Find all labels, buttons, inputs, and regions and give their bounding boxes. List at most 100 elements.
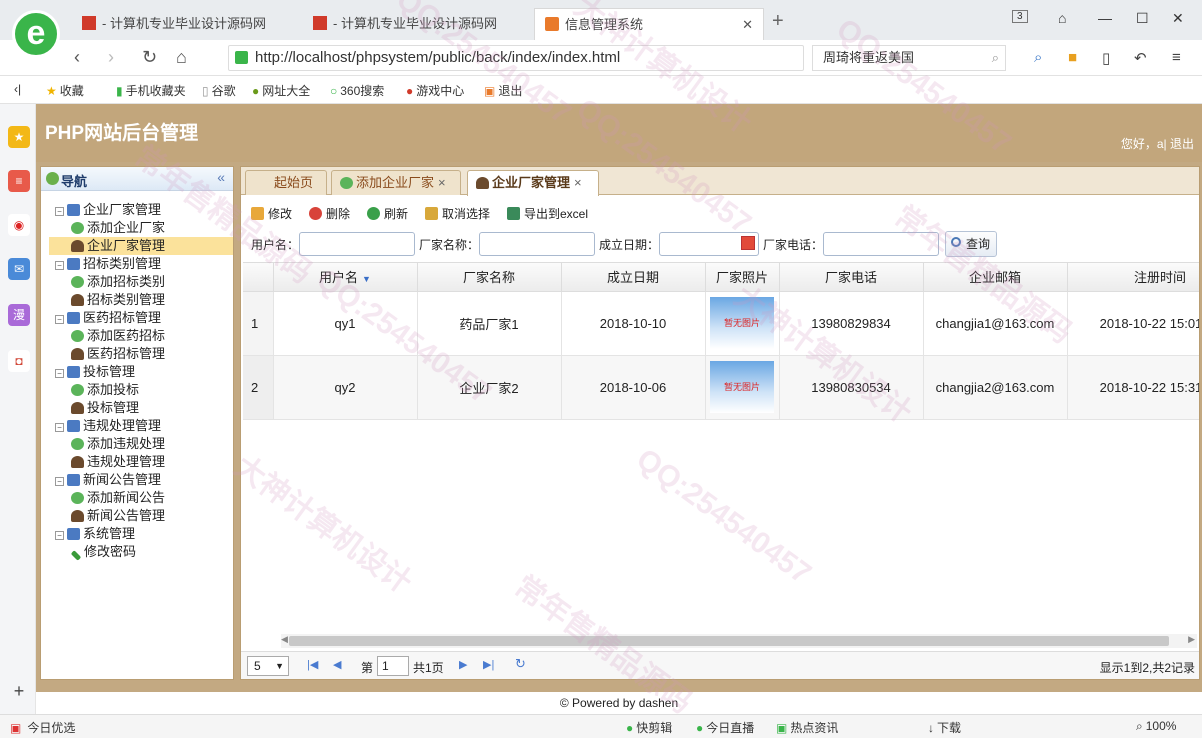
status-item-news[interactable]: ▣ 热点资讯 [776, 719, 838, 736]
nav-group[interactable]: − 企业厂家管理 [49, 201, 233, 219]
export-excel-button[interactable]: 导出到excel [507, 205, 588, 222]
maximize-icon[interactable]: ☐ [1136, 10, 1149, 27]
tree-toggle-icon[interactable]: − [55, 423, 64, 432]
add-panel-icon[interactable]: + [8, 680, 30, 702]
browser-tab-2[interactable]: - 计算机专业毕业设计源码网 [303, 8, 533, 40]
browser-tab-active[interactable]: 信息管理系统 ✕ [534, 8, 764, 40]
first-page-icon[interactable]: |◀ [307, 658, 318, 671]
column-header[interactable]: 厂家名称 [417, 263, 562, 292]
column-header[interactable]: 企业邮箱 [923, 263, 1068, 292]
cancel-select-button[interactable]: 取消选择 [425, 205, 490, 222]
nav-group[interactable]: − 违规处理管理 [49, 417, 233, 435]
nav-group[interactable]: − 投标管理 [49, 363, 233, 381]
scroll-right-icon[interactable]: ▶ [1188, 634, 1195, 645]
nav-item[interactable]: 医药招标管理 [49, 345, 233, 363]
browser-tab-1[interactable]: - 计算机专业毕业设计源码网 [72, 8, 302, 40]
undo-icon[interactable]: ↶ [1134, 49, 1147, 67]
web-search-input[interactable]: 周琦将重返美国 ⌕ [812, 45, 1006, 71]
shirt-icon[interactable]: ⌂ [1058, 10, 1066, 26]
tab-close-icon[interactable]: × [438, 175, 446, 190]
tree-toggle-icon[interactable]: − [55, 261, 64, 270]
minimize-icon[interactable]: — [1098, 10, 1112, 26]
nav-group[interactable]: − 招标类别管理 [49, 255, 233, 273]
nav-item[interactable]: 添加企业厂家 [49, 219, 233, 237]
comic-icon[interactable]: 漫 [8, 304, 30, 326]
column-header[interactable]: 成立日期 [561, 263, 706, 292]
nav-group[interactable]: − 医药招标管理 [49, 309, 233, 327]
bookmark-directory[interactable]: ● 网址大全 [252, 82, 310, 99]
query-button[interactable]: 查询 [945, 231, 997, 257]
nav-item[interactable]: 添加招标类别 [49, 273, 233, 291]
tab-close-icon[interactable]: ✕ [742, 9, 753, 41]
menu-icon[interactable]: ≡ [1172, 49, 1181, 66]
home-icon[interactable]: ⌂ [176, 47, 187, 68]
tab-add-factory[interactable]: 添加企业厂家 × [331, 170, 461, 195]
column-header[interactable]: 用户名 ▼ [273, 263, 418, 292]
search-icon[interactable]: ⌕ [992, 46, 999, 70]
prev-page-icon[interactable]: ◀ [333, 658, 341, 671]
tree-toggle-icon[interactable]: − [55, 369, 64, 378]
tab-count-badge[interactable]: 3 [1012, 10, 1028, 23]
bookmark-exit[interactable]: ▣ 退出 [484, 82, 522, 99]
delete-button[interactable]: 删除 [309, 205, 350, 222]
browser-logo-icon[interactable]: e [12, 10, 60, 58]
nav-item[interactable]: 添加投标 [49, 381, 233, 399]
star-icon[interactable]: ★ [8, 126, 30, 148]
url-field[interactable]: http://localhost/phpsystem/public/back/i… [228, 45, 804, 71]
page-size-select[interactable]: 5 ▼ [247, 656, 289, 676]
scroll-left-icon[interactable]: ◀ [281, 634, 288, 645]
page-number-input[interactable]: 1 [377, 656, 409, 676]
back-icon[interactable]: ‹ [74, 47, 80, 68]
scroll-thumb[interactable] [289, 636, 1169, 646]
founded-date-input[interactable] [659, 232, 759, 256]
nav-item[interactable]: 投标管理 [49, 399, 233, 417]
reload-icon[interactable]: ↻ [515, 656, 526, 672]
tab-factory-manage[interactable]: 企业厂家管理 × [467, 170, 599, 196]
sidebar-toggle-icon[interactable]: ‹| [14, 82, 21, 96]
column-header[interactable]: 厂家电话 [779, 263, 924, 292]
edit-button[interactable]: 修改 [251, 205, 292, 222]
nav-group[interactable]: − 新闻公告管理 [49, 471, 233, 489]
nav-item[interactable]: 添加违规处理 [49, 435, 233, 453]
tree-toggle-icon[interactable]: − [55, 315, 64, 324]
table-row[interactable]: 1 qy1 药品厂家1 2018-10-10 暂无图片 13980829834 … [243, 291, 1199, 356]
bookmark-mobile[interactable]: ▮ 手机收藏夹 [116, 82, 186, 99]
weibo-icon[interactable]: ◉ [8, 214, 30, 236]
tree-toggle-icon[interactable]: − [55, 477, 64, 486]
collapse-icon[interactable]: « [217, 169, 225, 185]
nav-item[interactable]: 企业厂家管理 [49, 237, 233, 255]
status-item-download[interactable]: ↓ 下载 [928, 719, 961, 736]
horizontal-scrollbar[interactable]: ◀ ▶ [281, 634, 1197, 648]
news-icon[interactable]: ≡ [8, 170, 30, 192]
bookmark-360-search[interactable]: ○ 360搜索 [330, 82, 384, 99]
nav-item[interactable]: 违规处理管理 [49, 453, 233, 471]
nav-group[interactable]: − 系统管理 [49, 525, 233, 543]
mail-icon[interactable]: ✉ [8, 258, 30, 280]
search-icon[interactable]: ⌕ [1034, 49, 1042, 66]
last-page-icon[interactable]: ▶| [483, 658, 494, 671]
status-item-live[interactable]: ● 今日直播 [696, 719, 754, 736]
column-header[interactable]: 厂家照片 [705, 263, 780, 292]
table-row[interactable]: 2 qy2 企业厂家2 2018-10-06 暂无图片 13980830534 … [243, 355, 1199, 420]
logout-link[interactable]: 退出 [1170, 137, 1194, 151]
game-icon[interactable]: ◘ [8, 350, 30, 372]
username-input[interactable] [299, 232, 415, 256]
tree-toggle-icon[interactable]: − [55, 531, 64, 540]
refresh-button[interactable]: 刷新 [367, 205, 408, 222]
zoom-level[interactable]: ⌕ 100% [1136, 719, 1176, 734]
nav-item[interactable]: 修改密码 [49, 543, 233, 561]
calendar-icon[interactable] [741, 236, 755, 250]
factory-name-input[interactable] [479, 232, 595, 256]
new-tab-button[interactable]: + [772, 10, 784, 33]
reader-icon[interactable]: ▯ [1102, 49, 1110, 67]
bookmark-google[interactable]: ▯ 谷歌 [202, 82, 236, 99]
nav-item[interactable]: 添加医药招标 [49, 327, 233, 345]
daily-picks[interactable]: ▣ 今日优选 [10, 719, 75, 736]
tab-home[interactable]: 起始页 [245, 170, 327, 195]
nav-item[interactable]: 添加新闻公告 [49, 489, 233, 507]
reload-icon[interactable]: ↻ [142, 47, 157, 68]
nav-item[interactable]: 新闻公告管理 [49, 507, 233, 525]
status-item-clip[interactable]: ● 快剪辑 [626, 719, 672, 736]
apps-grid-icon[interactable]: ■ [1068, 49, 1077, 66]
column-header[interactable]: 注册时间 [1067, 263, 1199, 292]
